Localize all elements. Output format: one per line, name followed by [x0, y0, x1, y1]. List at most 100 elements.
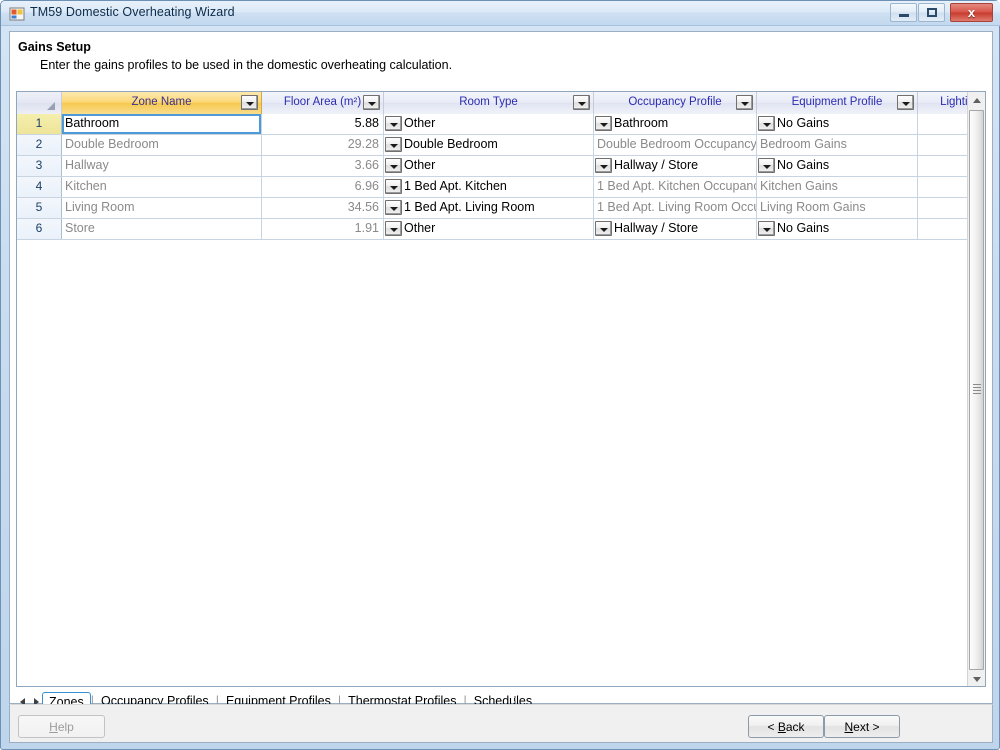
- cell-equipment_profile[interactable]: No Gains: [757, 219, 918, 239]
- client-area: Gains Setup Enter the gains profiles to …: [9, 31, 993, 723]
- cell-occupancy_profile[interactable]: Double Bedroom Occupancy: [594, 135, 757, 155]
- cell-dropdown-icon[interactable]: [758, 221, 775, 236]
- cell-equipment_profile[interactable]: Bedroom Gains: [757, 135, 918, 155]
- cell-occupancy_profile[interactable]: 1 Bed Apt. Kitchen Occupancy: [594, 177, 757, 197]
- row-header[interactable]: 3: [17, 156, 62, 176]
- row-header[interactable]: 1: [17, 114, 62, 134]
- table-row[interactable]: 1 Bathroom 5.88 Other Bathroom No Gains: [17, 114, 985, 135]
- cell-value: Other: [404, 116, 436, 130]
- cell-value: Double Bedroom Occupancy: [597, 137, 756, 151]
- application-form-icon: [9, 7, 25, 21]
- column-header-label: Equipment Profile: [791, 96, 883, 108]
- column-filter-dropdown-icon[interactable]: [241, 95, 258, 110]
- application-window: TM59 Domestic Overheating Wizard x Gains…: [0, 0, 1000, 750]
- cell-occupancy_profile[interactable]: Hallway / Store: [594, 156, 757, 176]
- grid-vertical-scrollbar[interactable]: [967, 92, 985, 686]
- cell-equipment_profile[interactable]: Living Room Gains: [757, 198, 918, 218]
- column-filter-dropdown-icon[interactable]: [363, 95, 380, 110]
- cell-value: Double Bedroom: [65, 137, 159, 151]
- cell-occupancy_profile[interactable]: 1 Bed Apt. Living Room Occupancy: [594, 198, 757, 218]
- cell-floor_area[interactable]: 5.88: [262, 114, 384, 134]
- cell-floor_area[interactable]: 34.56: [262, 198, 384, 218]
- cell-value: Kitchen: [65, 179, 107, 193]
- cell-dropdown-icon[interactable]: [758, 158, 775, 173]
- row-header[interactable]: 2: [17, 135, 62, 155]
- row-header[interactable]: 6: [17, 219, 62, 239]
- cell-dropdown-icon[interactable]: [595, 116, 612, 131]
- cell-dropdown-icon[interactable]: [385, 179, 402, 194]
- column-header-occupancy_profile[interactable]: Occupancy Profile: [594, 92, 757, 114]
- column-header-zone_name[interactable]: Zone Name: [62, 92, 262, 114]
- table-row[interactable]: 2 Double Bedroom 29.28 Double Bedroom Double…: [17, 135, 985, 156]
- title-bar[interactable]: TM59 Domestic Overheating Wizard x: [1, 1, 1000, 26]
- cell-equipment_profile[interactable]: Kitchen Gains: [757, 177, 918, 197]
- close-button[interactable]: x: [950, 3, 993, 22]
- cell-dropdown-icon[interactable]: [595, 221, 612, 236]
- cell-room_type[interactable]: Other: [384, 219, 594, 239]
- cell-dropdown-icon[interactable]: [595, 158, 612, 173]
- cell-value: Other: [404, 221, 436, 235]
- row-number: 1: [35, 116, 43, 130]
- cell-value: Bathroom: [614, 116, 669, 130]
- cell-floor_area[interactable]: 29.28: [262, 135, 384, 155]
- minimize-icon: [891, 4, 916, 21]
- cell-value: 5.88: [354, 116, 379, 130]
- table-row[interactable]: 6 Store 1.91 Other Hallway / Store No Gains: [17, 219, 985, 240]
- cell-room_type[interactable]: 1 Bed Apt. Living Room: [384, 198, 594, 218]
- next-button[interactable]: Next >: [824, 715, 900, 738]
- cell-floor_area[interactable]: 6.96: [262, 177, 384, 197]
- cell-zone_name[interactable]: Hallway: [62, 156, 262, 176]
- column-filter-dropdown-icon[interactable]: [897, 95, 914, 110]
- cell-value: Hallway / Store: [614, 158, 699, 172]
- table-row[interactable]: 5 Living Room 34.56 1 Bed Apt. Living Room 1…: [17, 198, 985, 219]
- column-header-floor_area[interactable]: Floor Area (m²): [262, 92, 384, 114]
- cell-zone_name[interactable]: Living Room: [62, 198, 262, 218]
- select-all-triangle-icon: [47, 102, 55, 110]
- cell-dropdown-icon[interactable]: [385, 221, 402, 236]
- row-header[interactable]: 4: [17, 177, 62, 197]
- cell-floor_area[interactable]: 1.91: [262, 219, 384, 239]
- cell-room_type[interactable]: Other: [384, 156, 594, 176]
- wizard-footer: Help < Back Next >: [9, 704, 993, 743]
- vertical-scrollbar-thumb[interactable]: [969, 110, 984, 670]
- cell-equipment_profile[interactable]: No Gains: [757, 114, 918, 134]
- grid-select-all-corner[interactable]: [17, 92, 62, 114]
- column-filter-dropdown-icon[interactable]: [736, 95, 753, 110]
- cell-value: 6.96: [354, 179, 379, 193]
- cell-zone_name[interactable]: Bathroom: [62, 114, 262, 134]
- help-button[interactable]: Help: [18, 715, 105, 738]
- cell-zone_name[interactable]: Kitchen: [62, 177, 262, 197]
- cell-zone_name[interactable]: Double Bedroom: [62, 135, 262, 155]
- back-button[interactable]: < Back: [748, 715, 824, 738]
- cell-room_type[interactable]: 1 Bed Apt. Kitchen: [384, 177, 594, 197]
- cell-value: Living Room Gains: [760, 200, 866, 214]
- cell-floor_area[interactable]: 3.66: [262, 156, 384, 176]
- cell-occupancy_profile[interactable]: Hallway / Store: [594, 219, 757, 239]
- minimize-button[interactable]: [890, 3, 917, 22]
- cell-equipment_profile[interactable]: No Gains: [757, 156, 918, 176]
- cell-value: Double Bedroom: [404, 137, 498, 151]
- cell-zone_name[interactable]: Store: [62, 219, 262, 239]
- column-filter-dropdown-icon[interactable]: [573, 95, 590, 110]
- cell-value: 1 Bed Apt. Kitchen Occupancy: [597, 179, 756, 193]
- cell-dropdown-icon[interactable]: [385, 200, 402, 215]
- cell-dropdown-icon[interactable]: [758, 116, 775, 131]
- cell-dropdown-icon[interactable]: [385, 116, 402, 131]
- zones-data-grid[interactable]: Zone Name Floor Area (m²) Room Type Occupan…: [16, 91, 986, 687]
- maximize-restore-button[interactable]: [918, 3, 945, 22]
- scroll-down-arrow-icon[interactable]: [968, 671, 985, 686]
- cell-room_type[interactable]: Double Bedroom: [384, 135, 594, 155]
- table-row[interactable]: 4 Kitchen 6.96 1 Bed Apt. Kitchen 1 Bed Apt.…: [17, 177, 985, 198]
- column-header-label: Zone Name: [131, 96, 192, 108]
- cell-value: No Gains: [777, 116, 830, 130]
- page-title: Gains Setup: [18, 40, 91, 54]
- scroll-up-arrow-icon[interactable]: [968, 92, 985, 109]
- row-header[interactable]: 5: [17, 198, 62, 218]
- column-header-room_type[interactable]: Room Type: [384, 92, 594, 114]
- column-header-equipment_profile[interactable]: Equipment Profile: [757, 92, 918, 114]
- cell-room_type[interactable]: Other: [384, 114, 594, 134]
- table-row[interactable]: 3 Hallway 3.66 Other Hallway / Store No Gains: [17, 156, 985, 177]
- cell-dropdown-icon[interactable]: [385, 137, 402, 152]
- cell-occupancy_profile[interactable]: Bathroom: [594, 114, 757, 134]
- cell-dropdown-icon[interactable]: [385, 158, 402, 173]
